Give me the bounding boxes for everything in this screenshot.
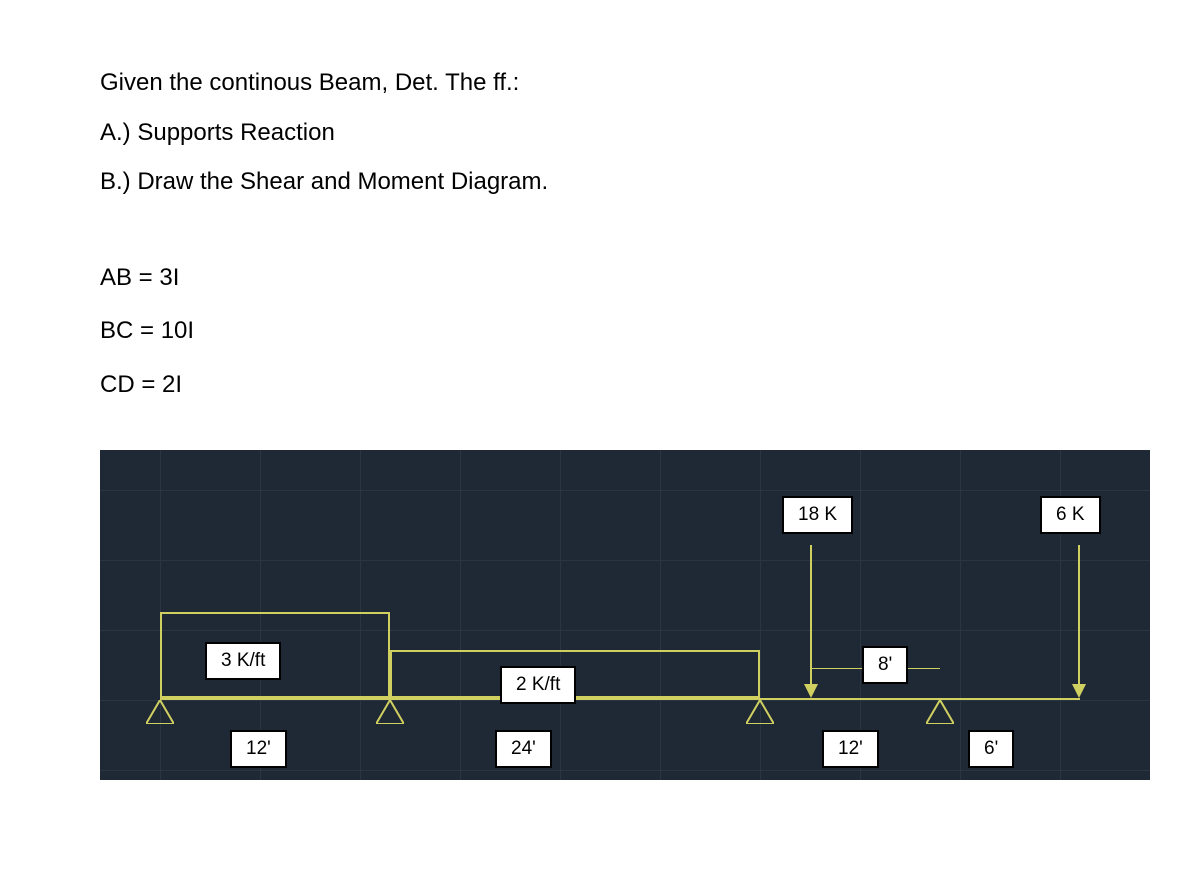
support-a — [146, 700, 174, 724]
stiffness-bc: BC = 10I — [100, 308, 1200, 354]
beam-diagram: 18 K 6 K 3 K/ft 2 K/ft 8' 12' 24' 12' 6' — [100, 450, 1150, 780]
label-18k: 18 K — [782, 496, 853, 534]
point-load-18k-line — [810, 545, 812, 685]
support-c — [746, 700, 774, 724]
problem-line-3: B.) Draw the Shear and Moment Diagram. — [100, 159, 1200, 205]
stiffness-block: AB = 3I BC = 10I CD = 2I — [100, 255, 1200, 408]
support-d — [926, 700, 954, 724]
label-2kft: 2 K/ft — [500, 666, 576, 704]
stiffness-cd: CD = 2I — [100, 362, 1200, 408]
label-6k: 6 K — [1040, 496, 1101, 534]
label-3kft: 3 K/ft — [205, 642, 281, 680]
point-load-6k-line — [1078, 545, 1080, 685]
label-span-12b: 12' — [822, 730, 879, 768]
label-8ft: 8' — [862, 646, 908, 684]
label-span-24: 24' — [495, 730, 552, 768]
label-span-12a: 12' — [230, 730, 287, 768]
problem-line-1: Given the continous Beam, Det. The ff.: — [100, 60, 1200, 106]
point-load-6k-head — [1072, 684, 1086, 698]
stiffness-ab: AB = 3I — [100, 255, 1200, 301]
problem-block: Given the continous Beam, Det. The ff.: … — [0, 0, 1200, 408]
point-load-18k-head — [804, 684, 818, 698]
support-b — [376, 700, 404, 724]
problem-line-2: A.) Supports Reaction — [100, 110, 1200, 156]
label-span-6: 6' — [968, 730, 1014, 768]
